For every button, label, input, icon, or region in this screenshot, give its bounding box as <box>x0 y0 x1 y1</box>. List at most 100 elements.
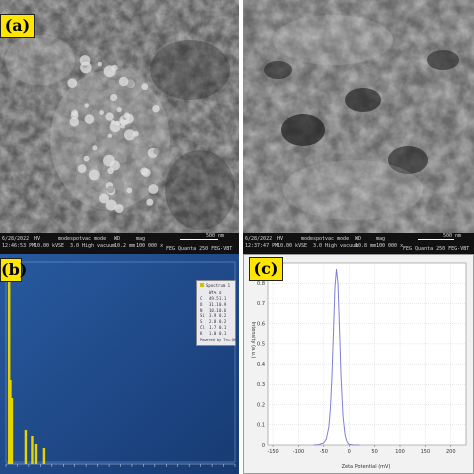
y-tick-label: 0.2 <box>257 402 265 408</box>
granule <box>83 155 90 162</box>
info-mode-label: mode <box>301 236 314 242</box>
panel-c-label: (c) <box>249 257 283 281</box>
granule <box>138 77 144 84</box>
granule <box>78 89 87 98</box>
legend-cell: K <box>200 330 203 336</box>
legend-row: Cl 1.7 0.1 <box>200 325 226 330</box>
legend-cell: O <box>200 301 203 307</box>
legend-cell: 1.7 <box>209 325 217 330</box>
info-vac-value: High vacuum <box>325 243 359 249</box>
granule <box>75 173 87 185</box>
granule <box>92 145 98 151</box>
legend-row: K 1.0 0.1 <box>200 331 226 336</box>
x-tick-label: 100 <box>395 449 405 455</box>
x-tick-label: 150 <box>421 449 431 455</box>
info-spot-value: 3.0 <box>313 243 323 249</box>
info-hv-label: HV <box>277 236 284 242</box>
zeta-potential-panel: 0 0.1 0.2 0.3 0.4 0.5 0.6 0.7 0.8 -150 -100 -50 0 50 1… <box>243 254 474 474</box>
granule <box>123 112 130 119</box>
granule <box>105 112 114 121</box>
x-axis-label: Zeta Potential (mV) <box>342 464 391 470</box>
info-time: 12:46:53 PM <box>2 243 36 249</box>
x-tick-label: -150 <box>267 449 278 455</box>
info-vac-label: vac mode <box>82 236 107 242</box>
y-tick-label: 0.8 <box>257 281 265 287</box>
legend-cell: N <box>200 307 203 313</box>
granule <box>84 114 95 124</box>
info-mag-label: mag <box>376 236 386 242</box>
granule <box>118 155 127 164</box>
instrument-label: FEG Quanta 250 FEG-VBT <box>166 246 233 252</box>
legend-footer: Powered by Tru-Q® <box>200 338 236 342</box>
x-tick-label: -100 <box>293 449 304 455</box>
legend-cell: C <box>200 296 203 301</box>
legend-cell: Si <box>200 313 205 319</box>
legend-cell: 0.2 <box>219 313 227 319</box>
info-spot-label: spot <box>70 236 83 242</box>
legend-cell: 0.6 <box>219 307 227 313</box>
panel-b-label: (b) <box>0 258 27 282</box>
legend-cell: 0.9 <box>219 301 227 307</box>
granule <box>131 152 138 159</box>
granule <box>148 184 159 195</box>
granule <box>88 90 99 101</box>
sem-panel-a: (a) 6/28/2022 12:46:53 PM HV 10.00 kV mode… <box>0 0 239 258</box>
granule <box>109 121 121 133</box>
granule <box>98 193 110 204</box>
granule <box>141 83 149 91</box>
x-tick-label: -50 <box>320 449 328 455</box>
info-mag-value: 100 000 x <box>376 243 404 249</box>
info-vac-value: High vacuum <box>82 243 116 249</box>
granule <box>120 123 126 129</box>
info-mag-label: mag <box>136 236 146 242</box>
info-wd-value: 10.2 mm <box>114 243 136 249</box>
granule <box>68 94 74 100</box>
scale-label: 500 nm <box>443 233 462 239</box>
x-tick-label: 50 <box>371 449 377 455</box>
info-spot-value: 3.0 <box>70 243 80 249</box>
legend-cell: 0.2 <box>219 319 227 325</box>
y-tick-label: 0.4 <box>257 362 265 368</box>
zeta-chart: 0 0.1 0.2 0.3 0.4 0.5 0.6 0.7 0.8 -150 -100 -50 0 50 1… <box>250 262 467 470</box>
info-date: 6/28/2022 <box>2 236 30 242</box>
granule <box>118 76 129 87</box>
y-tick-label: 0.7 <box>257 301 265 307</box>
granule <box>152 104 160 113</box>
edx-peak <box>42 448 46 464</box>
sem-image-b <box>243 0 474 233</box>
y-axis-label: Intensity (a.u.) <box>250 322 256 359</box>
granule <box>142 168 151 177</box>
granule <box>103 65 116 78</box>
edx-axis-ticks <box>5 464 236 467</box>
legend-row: C 49.51.1 <box>200 296 226 301</box>
legend-cell: 49.5 <box>209 296 219 301</box>
granule <box>112 179 124 190</box>
legend-cell: 0.1 <box>219 330 227 336</box>
legend-header-wt: Wt% <box>209 290 217 295</box>
legend-cell: S <box>200 319 203 325</box>
edx-peak <box>24 430 28 464</box>
info-wd-label: WD <box>355 236 362 242</box>
edx-peak <box>34 444 38 464</box>
granule <box>139 119 145 125</box>
granule <box>146 108 153 115</box>
granule <box>91 201 97 206</box>
legend-swatch <box>200 283 204 287</box>
granule <box>148 142 153 148</box>
granule <box>126 187 133 194</box>
granule <box>106 185 115 194</box>
legend-cell: 2.8 <box>209 319 217 325</box>
edx-peak <box>31 436 34 464</box>
edx-peak <box>10 398 14 464</box>
info-hv-value: 10.00 kV <box>34 243 59 249</box>
legend-row: S 2.8 0.2 <box>200 319 226 324</box>
y-tick-label: 0.6 <box>257 321 265 327</box>
info-mode-label: mode <box>58 236 71 242</box>
granule <box>66 129 74 137</box>
legend-row: N 10.10.6 <box>200 308 226 313</box>
info-time: 12:37:47 PM <box>245 243 279 249</box>
granule <box>117 142 123 148</box>
info-mode-value: SE <box>58 243 65 249</box>
info-mag-value: 100 000 x <box>136 243 164 249</box>
legend-cell: 31.1 <box>209 301 219 307</box>
